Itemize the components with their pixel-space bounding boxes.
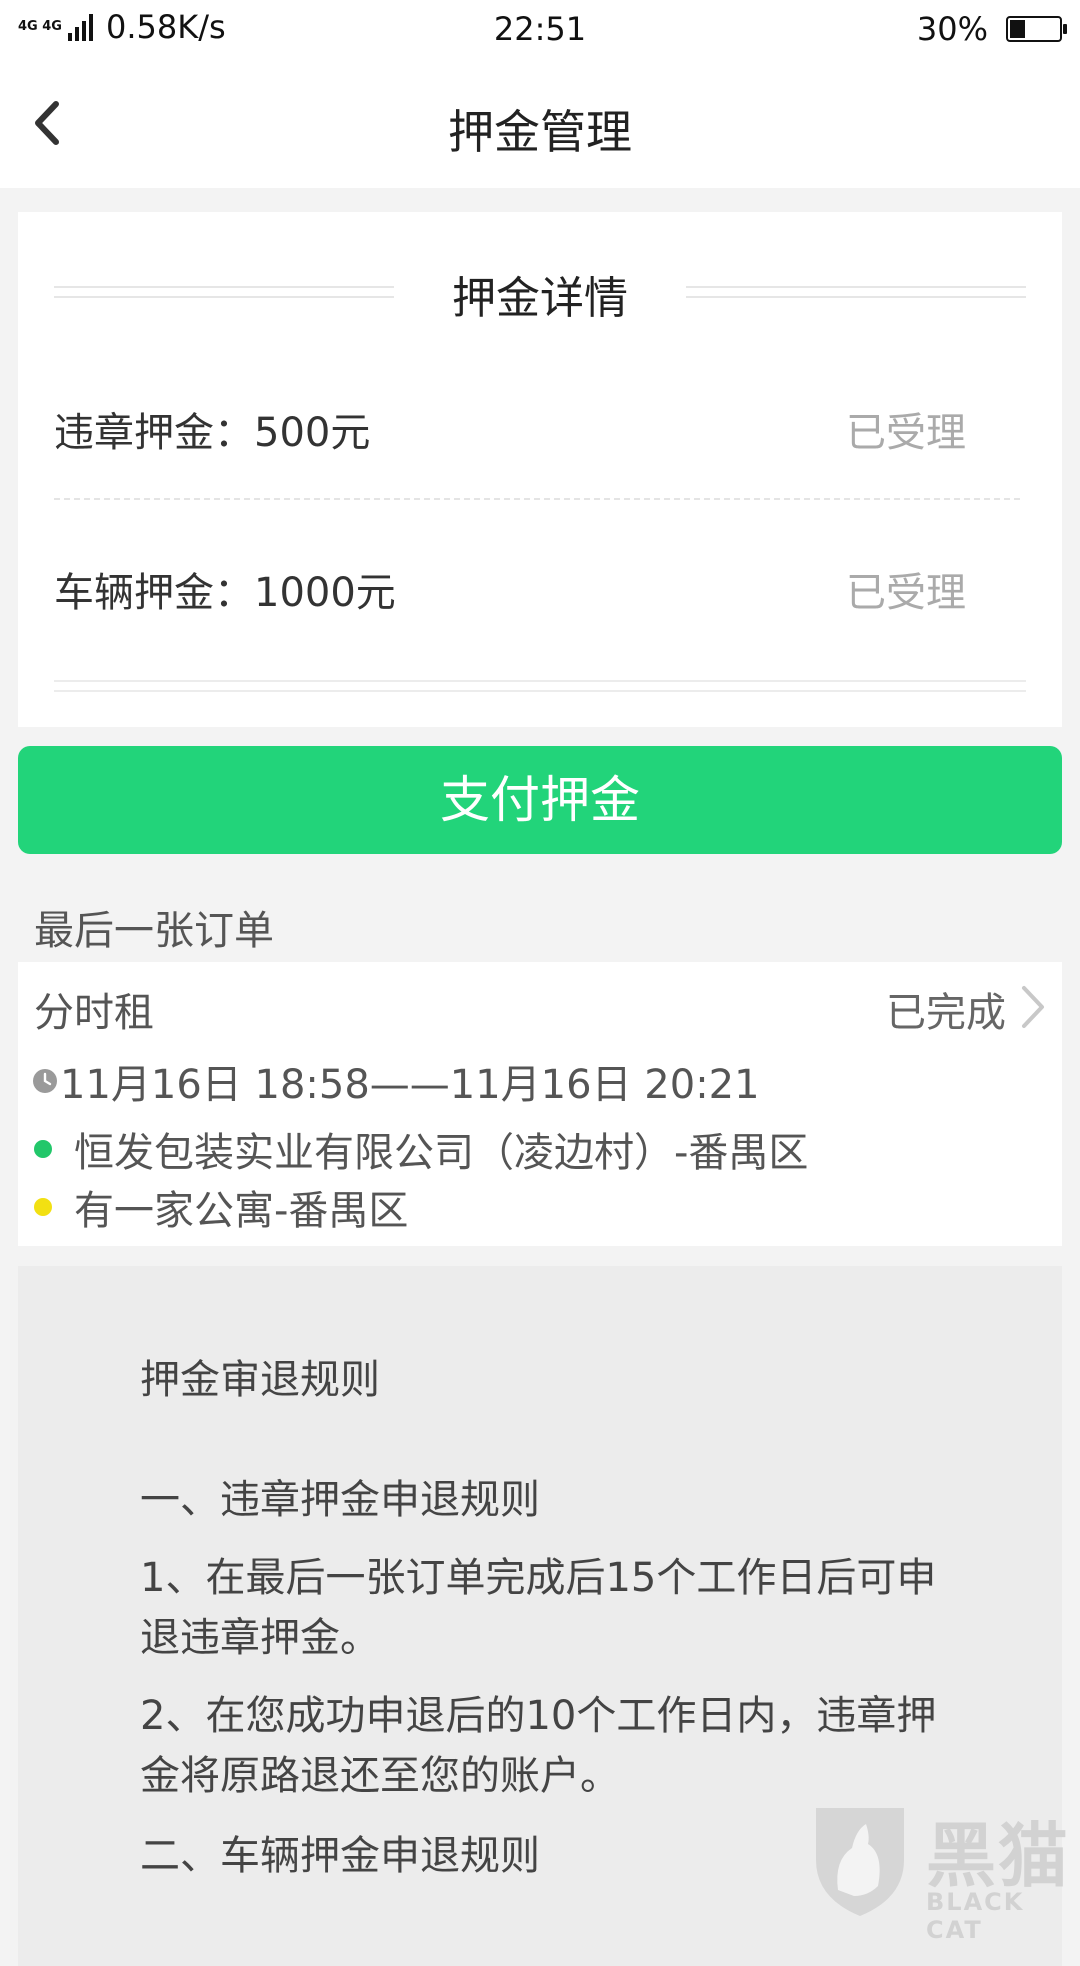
vehicle-deposit-row: 车辆押金：1000元 已受理 <box>54 548 1026 628</box>
order-detail-arrow[interactable] <box>1018 982 1048 1032</box>
deposit-details-card: 押金详情 违章押金：500元 已受理 车辆押金：1000元 已受理 <box>18 212 1062 727</box>
battery-percent: 30% <box>916 10 988 48</box>
end-location-row: 有一家公寓-番禺区 <box>34 1178 408 1236</box>
deposit-details-header: 押金详情 <box>54 252 1026 332</box>
rule-1: 1、在最后一张订单完成后15个工作日后可申退违章押金。 <box>140 1555 937 1661</box>
last-order-card[interactable]: 分时租 已完成 11月16日 18:58——11月16日 20:21 恒发包装实… <box>18 962 1062 1246</box>
watermark-subtext: BLACK CAT <box>926 1888 1025 1944</box>
violation-deposit-status: 已受理 <box>846 410 966 456</box>
start-location: 恒发包装实业有限公司（凌边村）-番禺区 <box>74 1130 809 1176</box>
watermark-logo: 黑猫 BLACK CAT <box>808 1800 1080 1944</box>
pay-deposit-button[interactable]: 支付押金 <box>18 746 1062 854</box>
last-order-title: 最后一张订单 <box>34 908 274 954</box>
status-bar: 4G 4G 0.58K/s 22:51 30% <box>0 0 1080 58</box>
order-type: 分时租 <box>34 990 154 1036</box>
start-dot-icon <box>34 1140 52 1158</box>
order-time-row: 11月16日 18:58——11月16日 20:21 <box>32 1052 760 1110</box>
end-dot-icon <box>34 1198 52 1216</box>
vehicle-deposit-status: 已受理 <box>846 570 966 616</box>
rules-section-1: 一、违章押金申退规则 <box>140 1477 540 1523</box>
order-status: 已完成 <box>886 990 1006 1036</box>
divider <box>54 498 1020 500</box>
cat-shield-icon <box>816 1808 904 1916</box>
clock-icon <box>33 1069 57 1093</box>
battery-icon <box>1006 16 1067 42</box>
watermark-text: 黑猫 <box>926 1815 1070 1897</box>
vehicle-deposit-label: 车辆押金：1000元 <box>54 570 396 616</box>
rule-2: 2、在您成功申退后的10个工作日内，违章押金将原路退还至您的账户。 <box>140 1693 937 1799</box>
end-location: 有一家公寓-番禺区 <box>74 1188 409 1234</box>
divider <box>686 286 1026 298</box>
rules-title: 押金审退规则 <box>140 1357 380 1403</box>
divider <box>54 680 1026 692</box>
chevron-right-icon <box>1022 986 1044 1028</box>
start-location-row: 恒发包装实业有限公司（凌边村）-番禺区 <box>34 1120 808 1178</box>
violation-deposit-label: 违章押金：500元 <box>54 410 371 456</box>
nav-bar: 押金管理 <box>0 58 1080 188</box>
order-time-range: 11月16日 18:58——11月16日 20:21 <box>60 1062 760 1108</box>
page-title: 押金管理 <box>448 105 632 159</box>
violation-deposit-row: 违章押金：500元 已受理 <box>54 388 1026 468</box>
